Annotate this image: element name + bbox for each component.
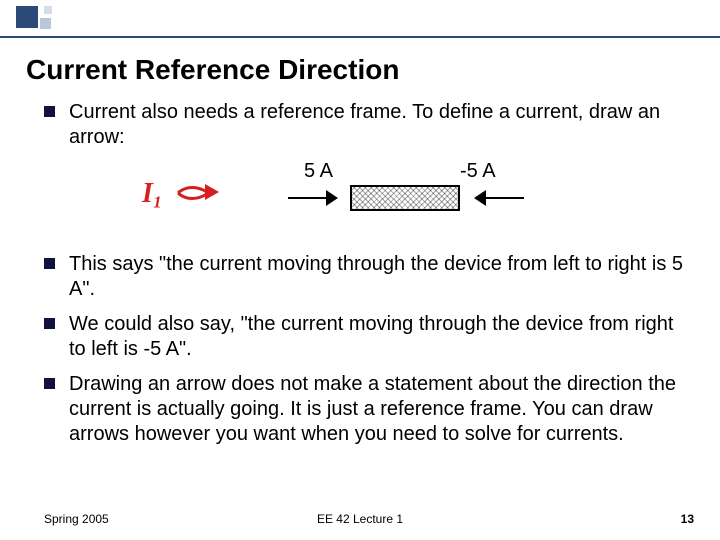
header-bar	[0, 0, 720, 36]
bullet-icon	[44, 258, 55, 269]
label-left-current: 5 A	[304, 160, 333, 183]
decor-square-small-bottom	[40, 18, 51, 29]
slide-body: Current also needs a reference frame. To…	[44, 100, 684, 457]
bullet-text: Current also needs a reference frame. To…	[69, 100, 684, 150]
label-right-current: -5 A	[460, 160, 496, 183]
annotation-label: I₁	[142, 178, 163, 210]
bullet-text: This says "the current moving through th…	[69, 252, 684, 302]
arrow-left-icon	[474, 190, 524, 206]
slide: Current Reference Direction Current also…	[0, 0, 720, 540]
bullet-icon	[44, 378, 55, 389]
footer-course: EE 42 Lecture 1	[0, 512, 720, 526]
footer-page-number: 13	[681, 512, 694, 526]
bullet-icon	[44, 318, 55, 329]
arrow-right-icon	[288, 190, 338, 206]
header-underline	[0, 36, 720, 38]
bullet-icon	[44, 106, 55, 117]
annotation-arrow-icon	[177, 180, 221, 209]
footer: Spring 2005 EE 42 Lecture 1 13	[0, 506, 720, 526]
current-diagram: 5 A -5 A I₁	[44, 160, 684, 244]
bullet-text: Drawing an arrow does not make a stateme…	[69, 372, 684, 447]
bullet-item: This says "the current moving through th…	[44, 252, 684, 302]
bullet-text: We could also say, "the current moving t…	[69, 312, 684, 362]
bullet-item: We could also say, "the current moving t…	[44, 312, 684, 362]
handwritten-annotation: I₁	[142, 178, 221, 210]
decor-square-small-top	[44, 6, 52, 14]
bullet-item: Current also needs a reference frame. To…	[44, 100, 684, 150]
device-box	[350, 185, 460, 211]
slide-title: Current Reference Direction	[26, 54, 399, 86]
decor-square-large	[16, 6, 38, 28]
bullet-item: Drawing an arrow does not make a stateme…	[44, 372, 684, 447]
